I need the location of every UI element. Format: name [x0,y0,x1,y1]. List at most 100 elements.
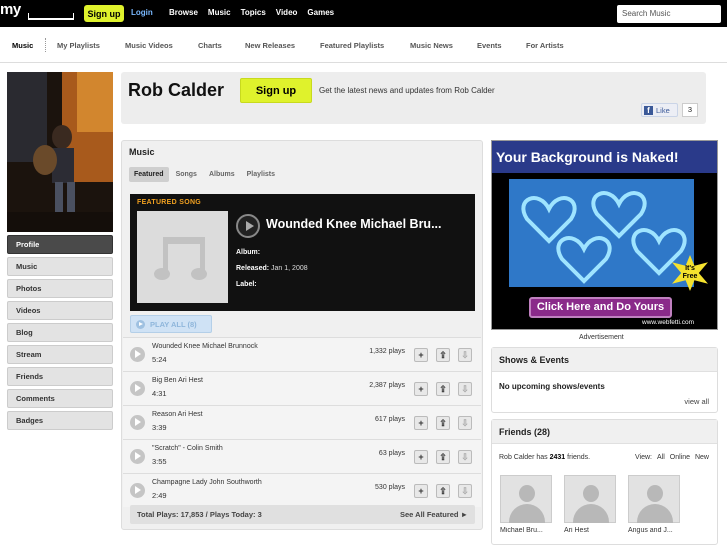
side-item-photos[interactable]: Photos [7,279,113,298]
track-play-button[interactable] [130,483,145,498]
music-tabs: Featured Songs Albums Playlists [129,167,280,182]
side-item-profile[interactable]: Profile [7,235,113,254]
subnav-events[interactable]: Events [477,41,502,50]
download-icon[interactable]: ⇩ [458,382,472,396]
artist-header: Rob Calder Sign up Get the latest news a… [121,72,706,124]
share-icon[interactable]: ⇪ [436,416,450,430]
add-to-playlist-button[interactable]: + [414,450,428,464]
tab-songs[interactable]: Songs [171,167,202,182]
side-item-music[interactable]: Music [7,257,113,276]
subnav-charts[interactable]: Charts [198,41,222,50]
ad-hearts-image [509,179,694,287]
nav-music[interactable]: Music [208,8,231,17]
nav-topics[interactable]: Topics [241,8,266,17]
profile-photo-image [7,72,113,232]
track-title[interactable]: Wounded Knee Michael Brunnock [152,343,258,350]
featured-song-label: FEATURED SONG [137,199,202,206]
friends-card: Friends (28) Rob Calder has 2431 friends… [491,419,718,545]
facebook-icon: f [644,105,653,115]
featured-play-button[interactable] [236,214,260,238]
profile-side-menu: Profile Music Photos Videos Blog Stream … [7,235,113,433]
friends-view-online[interactable]: Online [670,454,690,461]
add-to-playlist-button[interactable]: + [414,348,428,362]
track-plays: 2,387 plays [369,382,405,389]
track-duration: 3:39 [152,423,167,432]
side-item-stream[interactable]: Stream [7,345,113,364]
friend-avatar[interactable] [564,475,616,523]
side-item-videos[interactable]: Videos [7,301,113,320]
see-all-featured-link[interactable]: See All Featured ► [400,510,468,519]
track-play-button[interactable] [130,415,145,430]
track-plays: 617 plays [375,416,405,423]
search-input[interactable]: Search Music [617,5,721,23]
share-icon[interactable]: ⇪ [436,348,450,362]
profile-photo[interactable] [7,72,113,232]
friend-name[interactable]: Angus and J... [628,527,680,534]
friend-name[interactable]: Michael Bru... [500,527,552,534]
artist-name: Rob Calder [128,80,225,100]
download-icon[interactable]: ⇩ [458,416,472,430]
ad-caption: Advertisement [579,334,624,341]
tab-albums[interactable]: Albums [204,167,240,182]
track-title[interactable]: Reason Ari Hest [152,411,203,418]
track-plays: 530 plays [375,484,405,491]
subnav-for-artists[interactable]: For Artists [526,41,564,50]
subnav-music-news[interactable]: Music News [410,41,453,50]
share-icon[interactable]: ⇪ [436,382,450,396]
track-title[interactable]: "Scratch" - Colin Smith [152,445,223,452]
nav-games[interactable]: Games [307,8,334,17]
add-to-playlist-button[interactable]: + [414,484,428,498]
total-plays: Total Plays: 17,853 / Plays Today: 3 [137,510,262,519]
friend-avatar[interactable] [500,475,552,523]
friend-avatar[interactable] [628,475,680,523]
download-icon[interactable]: ⇩ [458,348,472,362]
track-duration: 2:49 [152,491,167,500]
tab-featured[interactable]: Featured [129,167,169,182]
shows-view-all-link[interactable]: view all [684,397,709,406]
friend-name[interactable]: Ari Hest [564,527,616,534]
featured-song-title[interactable]: Wounded Knee Michael Bru... [266,217,441,231]
facebook-like-button[interactable]: f Like [641,103,678,117]
ad-cta-button[interactable]: Click Here and Do Yours [529,297,672,318]
friends-view-filter: View: All Online New [634,454,709,461]
shows-events-card: Shows & Events No upcoming shows/events … [491,347,718,413]
side-item-comments[interactable]: Comments [7,389,113,408]
friends-view-new[interactable]: New [695,454,709,461]
friend-item: Michael Bru... [500,475,552,534]
track-play-button[interactable] [130,347,145,362]
track-play-button[interactable] [130,449,145,464]
site-logo[interactable]: my [0,1,76,23]
track-title[interactable]: Big Ben Ari Hest [152,377,203,384]
tab-playlists[interactable]: Playlists [242,167,280,182]
track-plays: 1,332 plays [369,348,405,355]
music-panel: Music Featured Songs Albums Playlists FE… [121,140,483,530]
add-to-playlist-button[interactable]: + [414,416,428,430]
subnav-new-releases[interactable]: New Releases [245,41,295,50]
header-signup-button[interactable]: Sign up [240,78,312,103]
side-item-friends[interactable]: Friends [7,367,113,386]
nav-video[interactable]: Video [276,8,298,17]
subnav-my-playlists[interactable]: My Playlists [57,41,100,50]
track-plays: 63 plays [378,450,405,457]
subnav-music-videos[interactable]: Music Videos [125,41,173,50]
add-to-playlist-button[interactable]: + [414,382,428,396]
subnav-music[interactable]: Music [12,41,33,50]
login-link[interactable]: Login [131,8,153,17]
friends-view-all[interactable]: All [657,454,665,461]
play-all-button[interactable]: PLAY ALL (8) [130,315,212,333]
download-icon[interactable]: ⇩ [458,484,472,498]
subnav-featured-playlists[interactable]: Featured Playlists [320,41,384,50]
track-duration: 5:24 [152,355,167,364]
share-icon[interactable]: ⇪ [436,450,450,464]
nav-browse[interactable]: Browse [169,8,198,17]
side-item-blog[interactable]: Blog [7,323,113,342]
top-signup-button[interactable]: Sign up [84,5,124,22]
download-icon[interactable]: ⇩ [458,450,472,464]
track-row: Wounded Knee Michael Brunnock 5:24 1,332… [123,337,481,371]
track-title[interactable]: Champagne Lady John Southworth [152,479,262,486]
advertisement-banner[interactable]: Your Background is Naked! It's Free Clic… [491,140,718,330]
share-icon[interactable]: ⇪ [436,484,450,498]
side-item-badges[interactable]: Badges [7,411,113,430]
released-meta: Released: Jan 1, 2008 [236,265,308,272]
track-play-button[interactable] [130,381,145,396]
